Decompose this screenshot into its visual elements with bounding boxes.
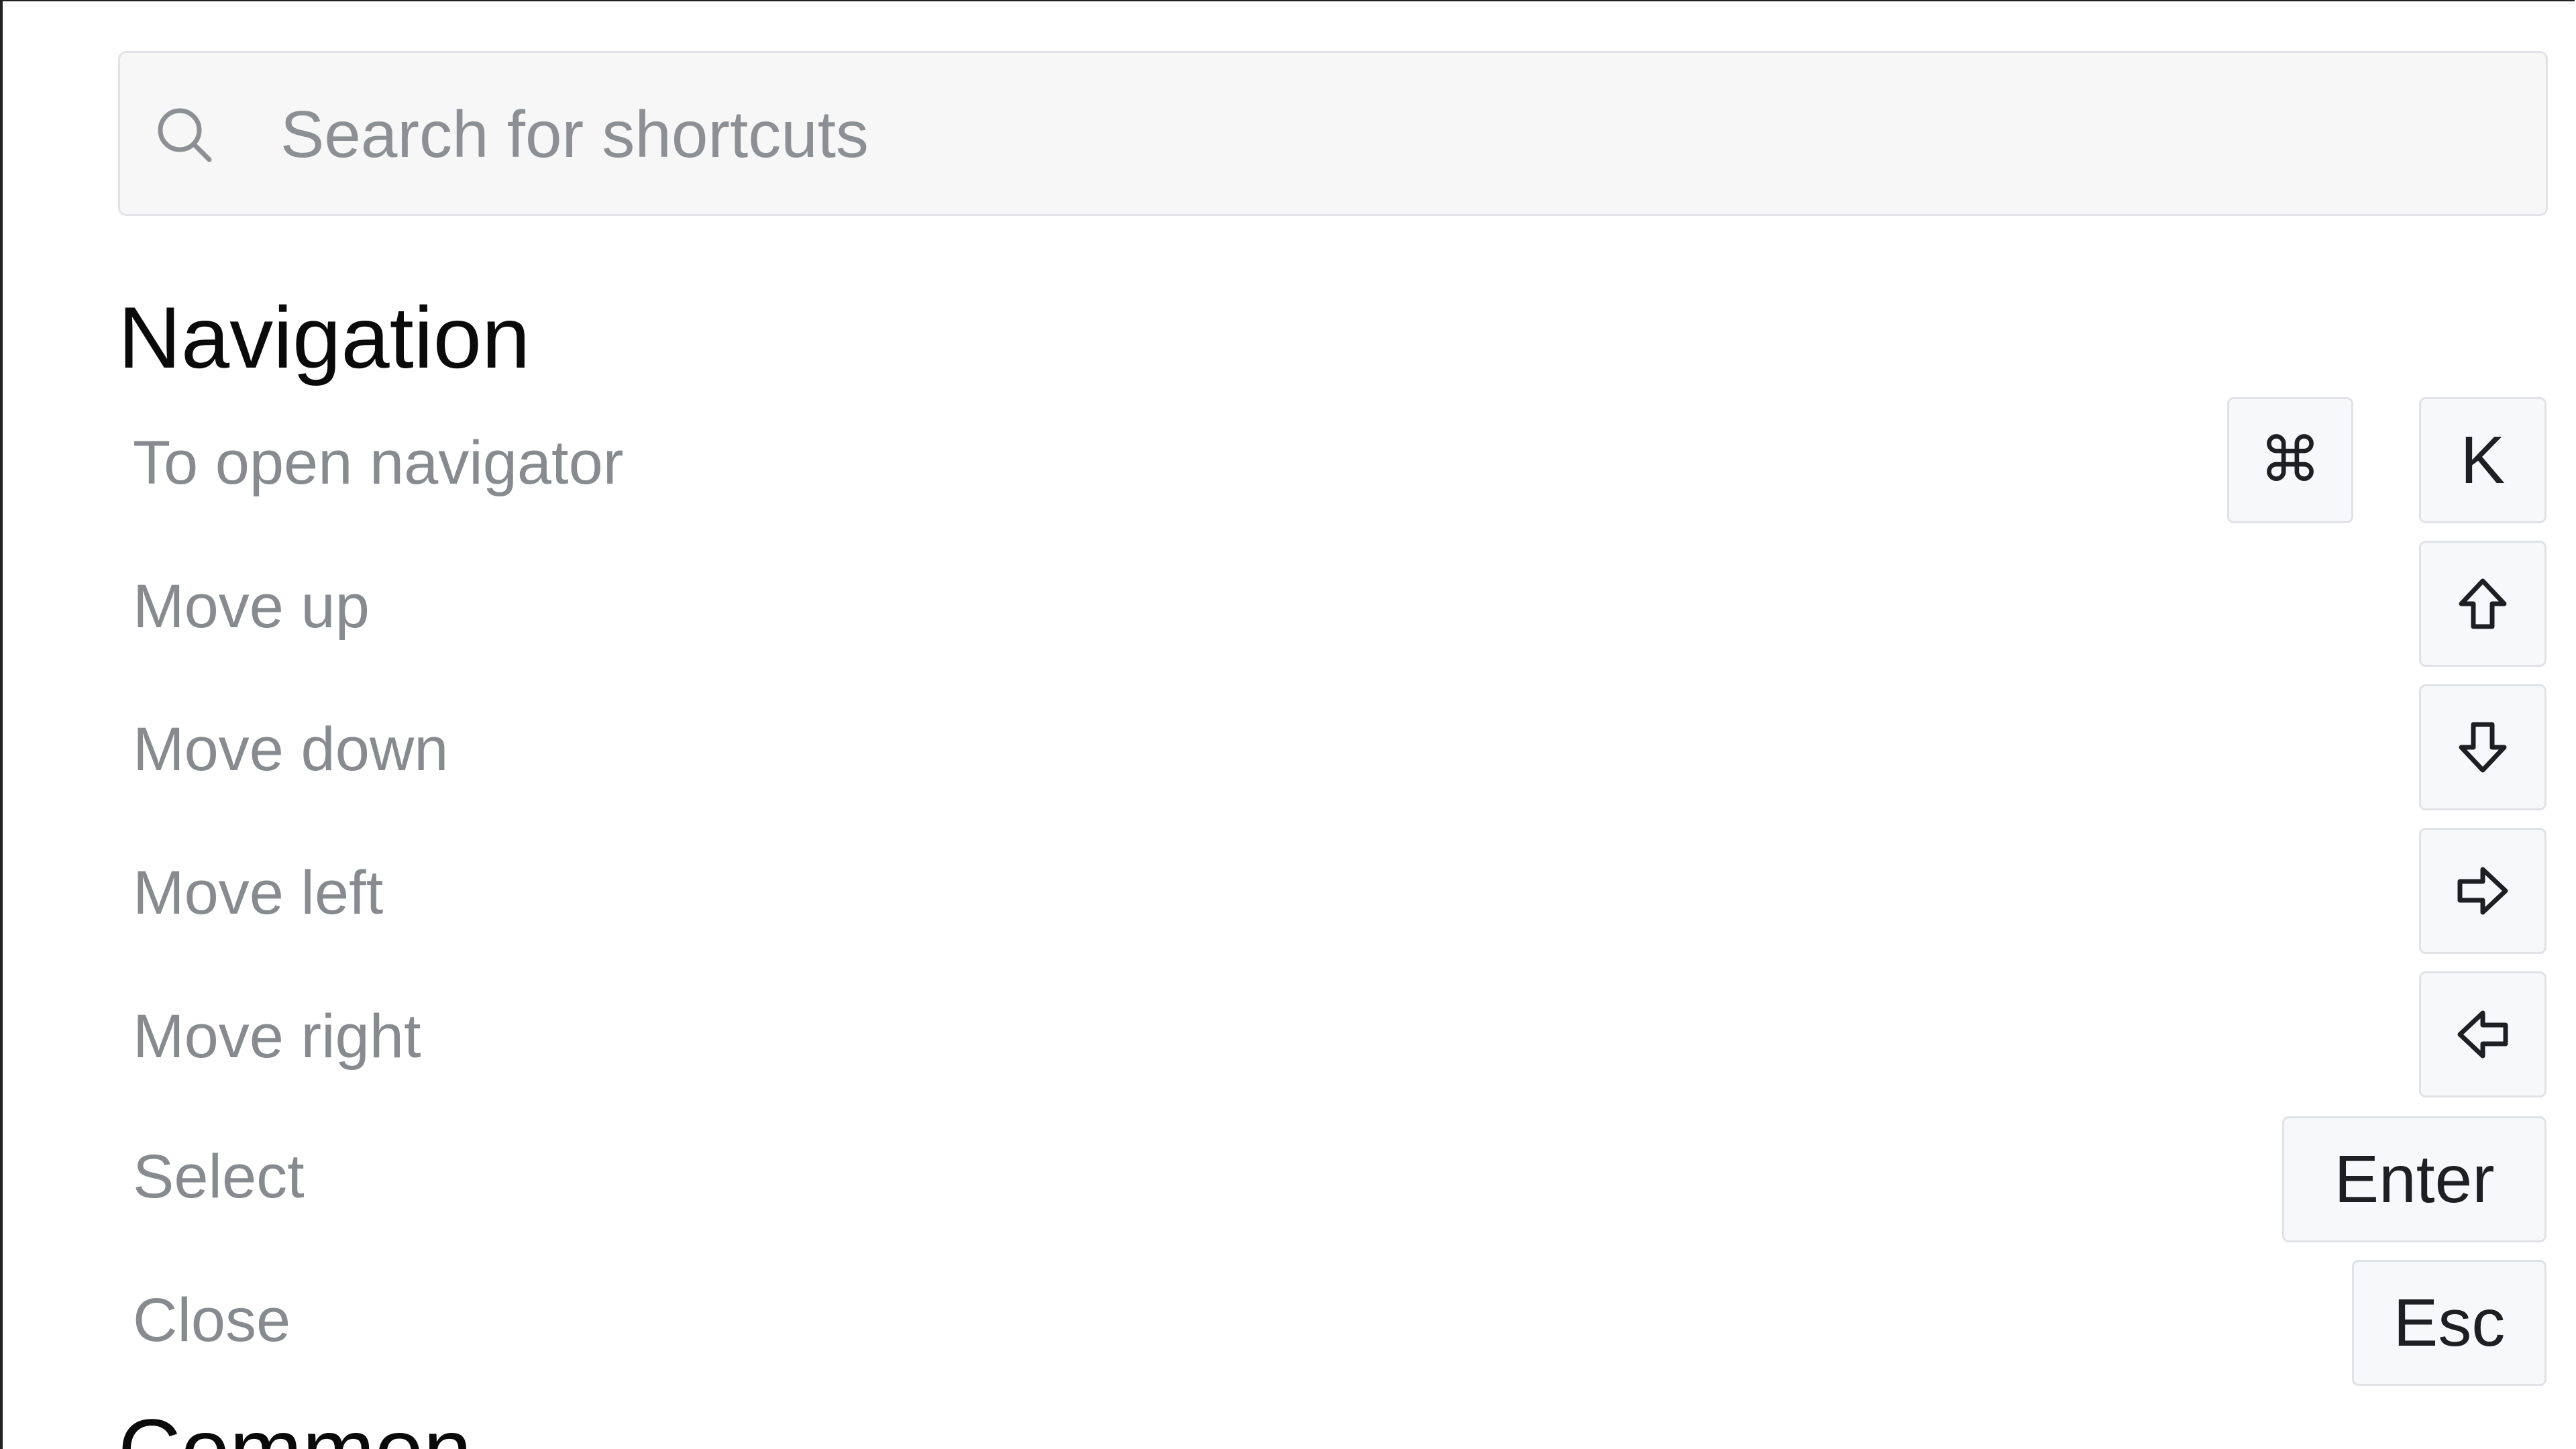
shortcut-label-move-right: Move right xyxy=(133,1002,421,1071)
arrow-left-key xyxy=(2419,971,2546,1097)
k-key: K xyxy=(2419,397,2546,523)
arrow-left-icon xyxy=(2457,1010,2508,1059)
shortcut-label-move-left: Move left xyxy=(133,859,384,927)
search-input[interactable] xyxy=(280,74,2494,195)
arrow-right-icon xyxy=(2457,867,2508,915)
shortcuts-panel: Navigation To open navigator ⌘ K Move up… xyxy=(0,0,2576,1449)
command-key: ⌘ xyxy=(2227,397,2353,523)
esc-key: Esc xyxy=(2352,1260,2546,1386)
section-title-common: Common xyxy=(118,1406,472,1449)
shortcut-label-open-navigator: To open navigator xyxy=(133,429,624,497)
arrow-up-icon xyxy=(2459,578,2507,629)
search-icon xyxy=(154,105,215,165)
shortcut-label-close: Close xyxy=(133,1286,291,1354)
shortcut-label-select: Select xyxy=(133,1142,305,1211)
arrow-right-key xyxy=(2419,828,2546,954)
section-title-navigation: Navigation xyxy=(118,288,531,386)
shortcut-label-move-down: Move down xyxy=(133,715,449,784)
enter-key: Enter xyxy=(2282,1116,2546,1242)
arrow-up-key xyxy=(2419,541,2546,667)
shortcut-label-move-up: Move up xyxy=(133,572,370,641)
arrow-down-icon xyxy=(2459,722,2507,773)
arrow-down-key xyxy=(2419,684,2546,810)
